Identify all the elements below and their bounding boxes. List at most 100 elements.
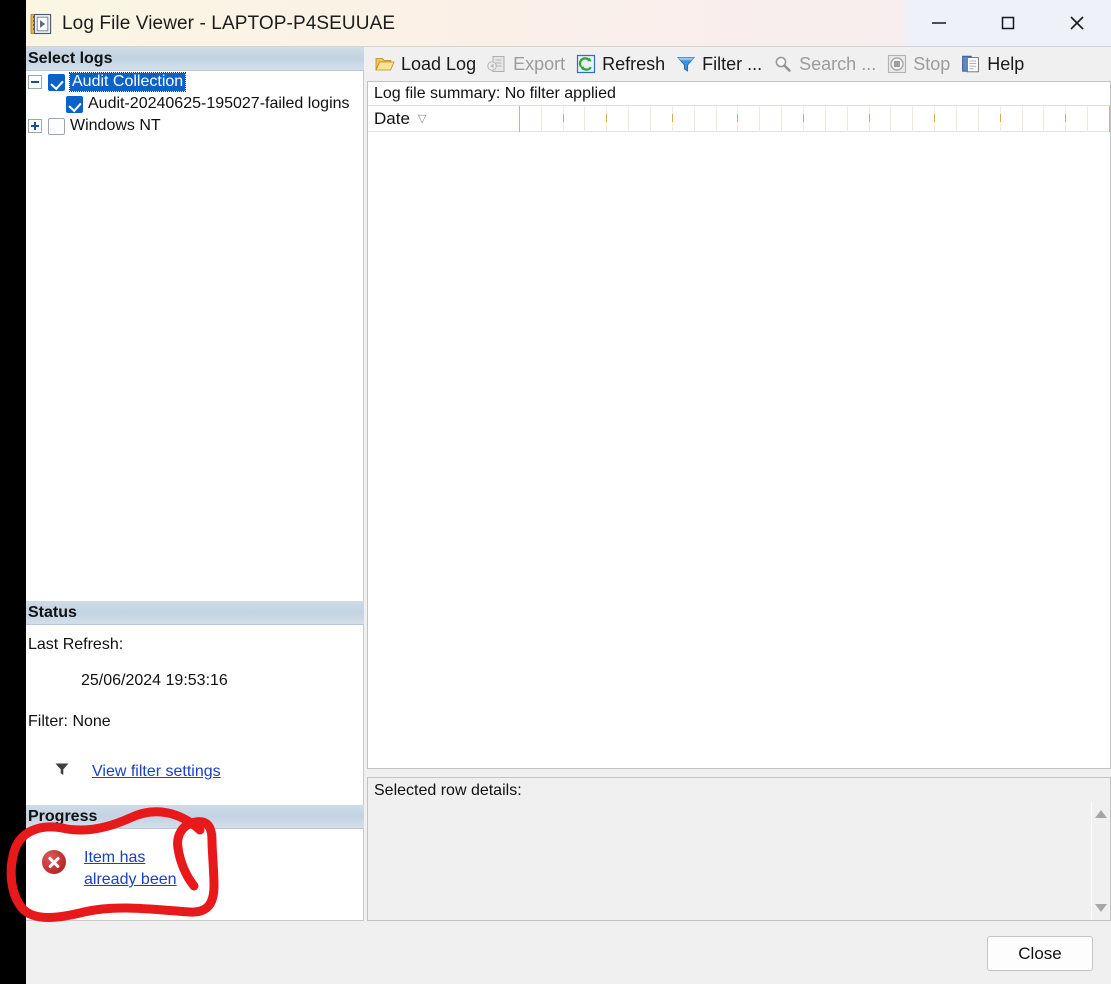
toolbar-stop-button[interactable]: Stop [883, 52, 957, 77]
column-divider [629, 106, 652, 132]
open-folder-icon [375, 54, 395, 74]
log-file-viewer-window: Log File Viewer - LAPTOP-P4SEUUAE Select [26, 0, 1111, 984]
column-divider [717, 106, 739, 132]
details-scrollbar[interactable] [1091, 802, 1109, 920]
footer-bar: Close [26, 921, 1111, 984]
progress-error-text: Item has already been [84, 847, 177, 891]
stop-icon [887, 54, 907, 74]
sort-descending-icon: ▽ [417, 113, 427, 125]
view-filter-settings-link[interactable]: View filter settings [92, 763, 221, 781]
tree-item-audit-log-file[interactable]: Audit-20240625-195027-failed logins [26, 93, 363, 115]
toolbar-item-label: Load Log [401, 53, 477, 74]
toolbar: Load Log Export Refresh Filter ... Searc… [367, 47, 1111, 81]
window-title: Log File Viewer - LAPTOP-P4SEUUAE [62, 12, 396, 34]
progress-error-row[interactable]: Item has already been [26, 829, 363, 891]
column-divider [542, 106, 564, 132]
toolbar-item-label: Export [513, 53, 566, 74]
screen-root: Log File Viewer - LAPTOP-P4SEUUAE Select [0, 0, 1111, 984]
column-divider [585, 106, 608, 132]
triangle-down-icon [1095, 904, 1107, 912]
column-divider [1023, 106, 1045, 132]
column-divider [1001, 106, 1023, 132]
toolbar-refresh-button[interactable]: Refresh [572, 52, 672, 77]
tree-item-label: Audit Collection [68, 72, 187, 92]
expand-plus-icon[interactable] [28, 119, 42, 133]
column-divider [498, 106, 520, 132]
scroll-up-button[interactable] [1094, 808, 1108, 820]
tree-item-label: Audit-20240625-195027-failed logins [88, 95, 350, 112]
column-divider [782, 106, 805, 132]
progress-header-label: Progress [28, 807, 98, 825]
maximize-button[interactable] [973, 0, 1042, 46]
column-divider [1066, 106, 1089, 132]
column-divider [520, 106, 542, 132]
window-controls [904, 0, 1111, 46]
column-divider [891, 106, 914, 132]
triangle-up-icon [1095, 810, 1107, 818]
selected-row-details-panel: Selected row details: [367, 777, 1111, 921]
selected-row-details-label: Selected row details: [374, 782, 522, 799]
view-filter-settings-row[interactable]: View filter settings [26, 761, 363, 782]
toolbar-search-button[interactable]: Search ... [769, 52, 883, 77]
column-divider [957, 106, 979, 132]
tree-item-label: Windows NT [70, 117, 161, 134]
funnel-icon [676, 54, 696, 74]
last-refresh-label: Last Refresh: [28, 636, 124, 653]
right-pane: Load Log Export Refresh Filter ... Searc… [367, 47, 1111, 921]
progress-header: Progress [26, 805, 364, 829]
last-refresh-value: 25/06/2024 19:53:16 [81, 672, 228, 689]
column-divider [760, 106, 783, 132]
log-book-icon [29, 12, 53, 36]
close-window-button[interactable] [1042, 0, 1111, 46]
column-divider [935, 106, 958, 132]
toolbar-load-log-button[interactable]: Load Log [371, 52, 483, 77]
column-divider [607, 106, 630, 132]
close-dialog-button[interactable]: Close [987, 936, 1093, 971]
select-logs-header-label: Select logs [28, 49, 113, 67]
column-divider [1088, 106, 1111, 132]
tree-item-audit-collection[interactable]: Audit Collection [26, 71, 363, 93]
error-circle-icon [42, 850, 66, 874]
toolbar-item-label: Refresh [602, 53, 666, 74]
toolbar-item-label: Search ... [799, 53, 877, 74]
title-bar-left: Log File Viewer - LAPTOP-P4SEUUAE [29, 0, 395, 47]
window-body: Select logs Audit Collection Audit-20240… [26, 47, 1111, 984]
column-divider [848, 106, 870, 132]
toolbar-item-label: Stop [913, 53, 951, 74]
column-divider [738, 106, 761, 132]
progress-error-line-2[interactable]: already been [84, 869, 177, 891]
column-header-date[interactable]: Date ▽ [368, 109, 498, 129]
export-icon [487, 54, 507, 74]
progress-error-line-1[interactable]: Item has [84, 847, 177, 869]
refresh-icon [576, 54, 596, 74]
checkbox-windows-nt[interactable] [48, 117, 65, 135]
funnel-icon [54, 761, 70, 782]
column-divider [804, 106, 826, 132]
grid-column-header: Date ▽ [368, 106, 1111, 132]
title-bar: Log File Viewer - LAPTOP-P4SEUUAE [26, 0, 1111, 47]
log-tree[interactable]: Audit Collection Audit-20240625-195027-f… [26, 71, 364, 601]
toolbar-item-label: Help [987, 53, 1025, 74]
scroll-down-button[interactable] [1094, 902, 1108, 914]
left-pane: Select logs Audit Collection Audit-20240… [26, 47, 364, 921]
column-divider [826, 106, 848, 132]
checkbox-audit-collection[interactable] [48, 73, 65, 91]
collapse-minus-icon[interactable] [28, 75, 42, 89]
progress-panel: Item has already been [26, 829, 364, 921]
help-pages-icon [961, 54, 981, 74]
column-divider [673, 106, 695, 132]
tree-item-windows-nt[interactable]: Windows NT [26, 115, 363, 137]
column-divider [1044, 106, 1067, 132]
toolbar-help-button[interactable]: Help [957, 52, 1031, 77]
toolbar-export-button[interactable]: Export [483, 52, 572, 77]
column-divider [651, 106, 673, 132]
toolbar-item-label: Filter ... [702, 53, 763, 74]
minimize-button[interactable] [904, 0, 973, 46]
checkbox-audit-log-file[interactable] [66, 95, 83, 113]
magnifier-icon [773, 54, 793, 74]
log-grid-panel: Log file summary: No filter applied Date… [367, 81, 1111, 769]
status-panel: Last Refresh: 25/06/2024 19:53:16 Filter… [26, 625, 364, 805]
toolbar-filter-button[interactable]: Filter ... [672, 52, 769, 77]
column-divider [870, 106, 892, 132]
column-divider [695, 106, 717, 132]
